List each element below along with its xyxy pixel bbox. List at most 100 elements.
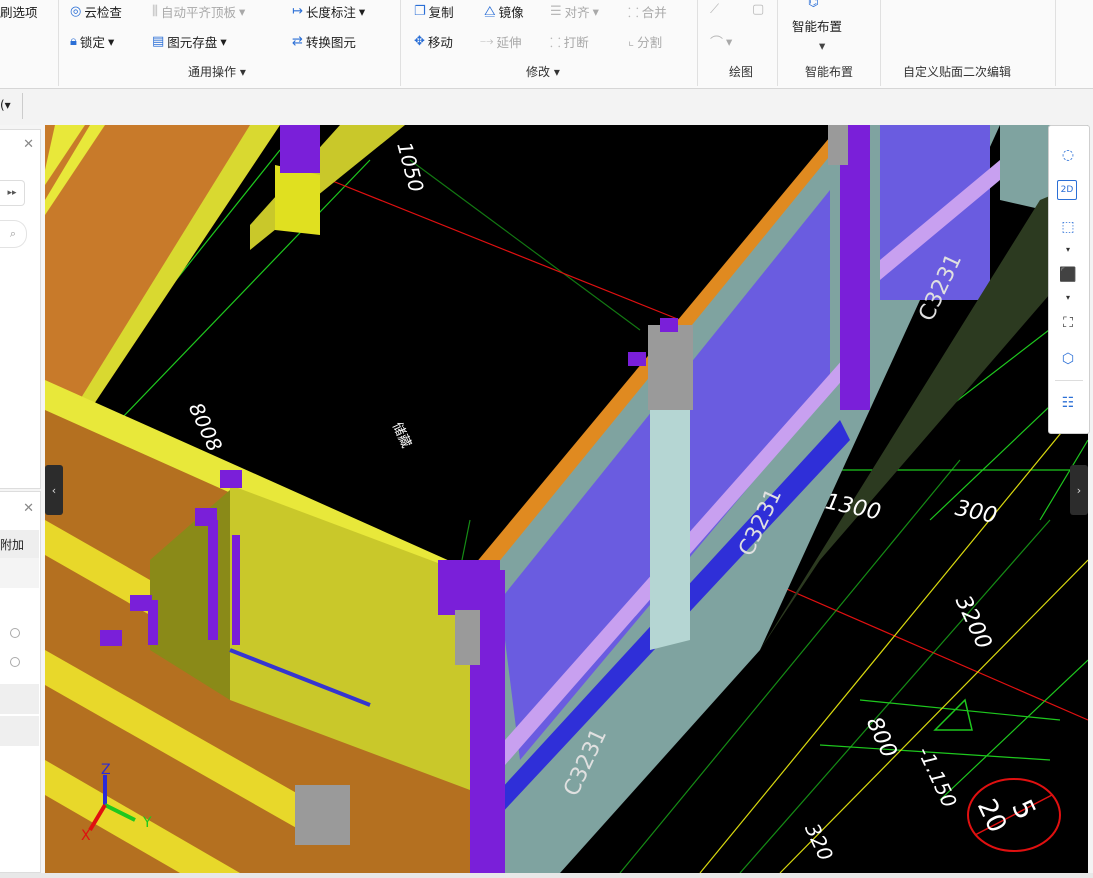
element-save-label: 图元存盘	[167, 35, 218, 50]
view-2d-button[interactable]: 2D	[1057, 180, 1077, 200]
close-icon[interactable]: ✕	[23, 137, 34, 152]
cloud-check-icon: ◎	[70, 4, 82, 19]
lock-button[interactable]: 🔒︎ 锁定 ▾	[70, 32, 114, 51]
align-label: 对齐	[564, 5, 590, 20]
move-button[interactable]: ✥ 移动	[414, 32, 453, 51]
extend-label: 延伸	[496, 35, 522, 50]
length-dimension-label: 长度标注	[305, 5, 356, 20]
lock-icon: 🔒︎	[70, 34, 77, 49]
3d-viewport[interactable]: 1050 8008 1300 300 3200 800 -1.150 320 C…	[45, 125, 1088, 873]
left-panel: ✕ ▸▸ ⌕ ✕ 附加	[0, 125, 45, 878]
copy-icon: ❐	[414, 4, 426, 19]
group-divider	[697, 0, 698, 86]
radio-button[interactable]	[10, 657, 20, 667]
save-element-icon: ▤	[152, 34, 165, 49]
axis-x-label: X	[81, 828, 91, 844]
divider	[22, 93, 23, 119]
group-divider	[1055, 0, 1056, 86]
draw-arc-button[interactable]: ⌒ ▾	[710, 32, 732, 51]
sub-toolbar: (▾	[0, 89, 1093, 125]
left-slabs	[45, 125, 470, 873]
draw-line-button[interactable]: ⟋	[710, 2, 719, 17]
copy-button[interactable]: ❐ 复制	[414, 2, 454, 21]
extend-button[interactable]: ⤍ 延伸	[480, 32, 522, 51]
break-button[interactable]: ⸬ 打断	[550, 32, 589, 51]
auto-align-slab-button[interactable]: ⫼ 自动平齐顶板 ▾	[152, 2, 245, 21]
mirror-icon: ⧋	[484, 4, 496, 19]
group-label-custom-face: 自定义贴面二次编辑	[903, 65, 1012, 79]
chevron-down-icon: ▾	[358, 4, 366, 19]
ribbon-toolbar: 刷选项 ◎ 云检查 ⫼ 自动平齐顶板 ▾ ↦ 长度标注 ▾ 🔒︎ 锁定 ▾ ▤ …	[0, 0, 1093, 89]
divider	[1055, 380, 1083, 381]
convert-element-label: 转换图元	[305, 35, 356, 50]
align-button[interactable]: ☰ 对齐 ▾	[550, 2, 599, 21]
expand-button[interactable]: ▸▸	[0, 180, 25, 206]
group-label-modify[interactable]: 修改 ▾	[526, 63, 560, 80]
smart-layout-label: 智能布置	[792, 19, 843, 34]
table-row[interactable]	[0, 684, 39, 714]
collapse-right-handle[interactable]: ›	[1070, 465, 1088, 515]
chevron-down-icon: ▾	[726, 34, 733, 49]
group-divider	[400, 0, 401, 86]
convert-icon: ⇄	[292, 34, 303, 49]
chevron-down-icon: ▾	[107, 34, 115, 49]
copy-label: 复制	[428, 5, 454, 20]
split-label: 分割	[637, 35, 663, 50]
orbit-icon[interactable]: ◌	[1057, 144, 1079, 166]
chevron-down-icon: ▾	[592, 4, 599, 19]
split-icon: ⌞	[628, 34, 635, 49]
view-3d-icon[interactable]: ⬚	[1057, 216, 1079, 238]
brush-options-label: 刷选项	[0, 5, 38, 20]
align-icon: ☰	[550, 4, 562, 19]
search-icon[interactable]: ⌕	[0, 220, 27, 248]
subbar-dropdown[interactable]: (▾	[0, 98, 11, 112]
line-icon: ⟋	[710, 2, 720, 17]
view-toolbar: ◌ 2D ⬚ ▾ ⬛ ▾ ⛶ ⬡ ☷	[1048, 125, 1090, 434]
attached-column-header: 附加	[0, 530, 39, 558]
element-save-button[interactable]: ▤ 图元存盘 ▾	[152, 32, 227, 51]
column	[280, 125, 320, 173]
properties-list-icon[interactable]: ☷	[1057, 392, 1079, 414]
auto-align-slab-label: 自动平齐顶板	[160, 5, 236, 20]
chevron-down-icon[interactable]: ▾	[1057, 238, 1079, 260]
group-label-smart: 智能布置	[805, 65, 854, 79]
collapse-left-handle[interactable]: ‹	[45, 465, 63, 515]
elevation-marker	[933, 698, 973, 731]
brush-options-button[interactable]: 刷选项	[0, 2, 38, 21]
dimension-icon: ↦	[292, 4, 303, 19]
view-cube-icon[interactable]: ⬛	[1057, 264, 1079, 286]
panel-upper: ✕ ▸▸ ⌕	[0, 129, 41, 489]
table-row[interactable]	[0, 716, 39, 746]
chevron-down-icon: ▾	[220, 34, 227, 49]
chevron-down-icon: ▾	[239, 4, 246, 19]
cloud-check-button[interactable]: ◎ 云检查	[70, 2, 122, 21]
rectangle-icon: ▢	[752, 2, 765, 17]
close-icon[interactable]: ✕	[23, 501, 34, 516]
group-divider	[777, 0, 778, 86]
extend-icon: ⤍	[480, 34, 494, 49]
length-dimension-button[interactable]: ↦ 长度标注 ▾	[292, 2, 365, 21]
fit-view-icon[interactable]: ⛶	[1057, 312, 1079, 334]
arc-icon: ⌒	[710, 36, 724, 51]
split-button[interactable]: ⌞ 分割	[628, 32, 662, 51]
chevron-down-icon[interactable]: ▾	[819, 38, 825, 53]
break-label: 打断	[563, 35, 589, 50]
element-display-icon[interactable]: ⬡	[1057, 348, 1079, 370]
smart-layout-button[interactable]: 智能布置	[792, 16, 842, 35]
axis-y-label: Y	[143, 815, 152, 831]
mirror-label: 镜像	[498, 5, 524, 20]
table-row[interactable]	[0, 558, 39, 588]
mirror-button[interactable]: ⧋ 镜像	[484, 2, 524, 21]
group-divider	[880, 0, 881, 86]
draw-rect-button[interactable]: ▢	[752, 2, 764, 17]
panel-lower: ✕ 附加	[0, 491, 41, 873]
smart-layout-icon: ⌬	[808, 0, 819, 9]
radio-button[interactable]	[10, 628, 20, 638]
align-slab-icon: ⫼	[152, 4, 158, 19]
convert-element-button[interactable]: ⇄ 转换图元	[292, 32, 356, 51]
status-strip	[0, 873, 1093, 878]
merge-button[interactable]: ⸬ 合并	[628, 2, 667, 21]
group-label-general[interactable]: 通用操作 ▾	[188, 63, 246, 80]
axis-z-label: Z	[101, 762, 111, 778]
chevron-down-icon[interactable]: ▾	[1057, 286, 1079, 308]
